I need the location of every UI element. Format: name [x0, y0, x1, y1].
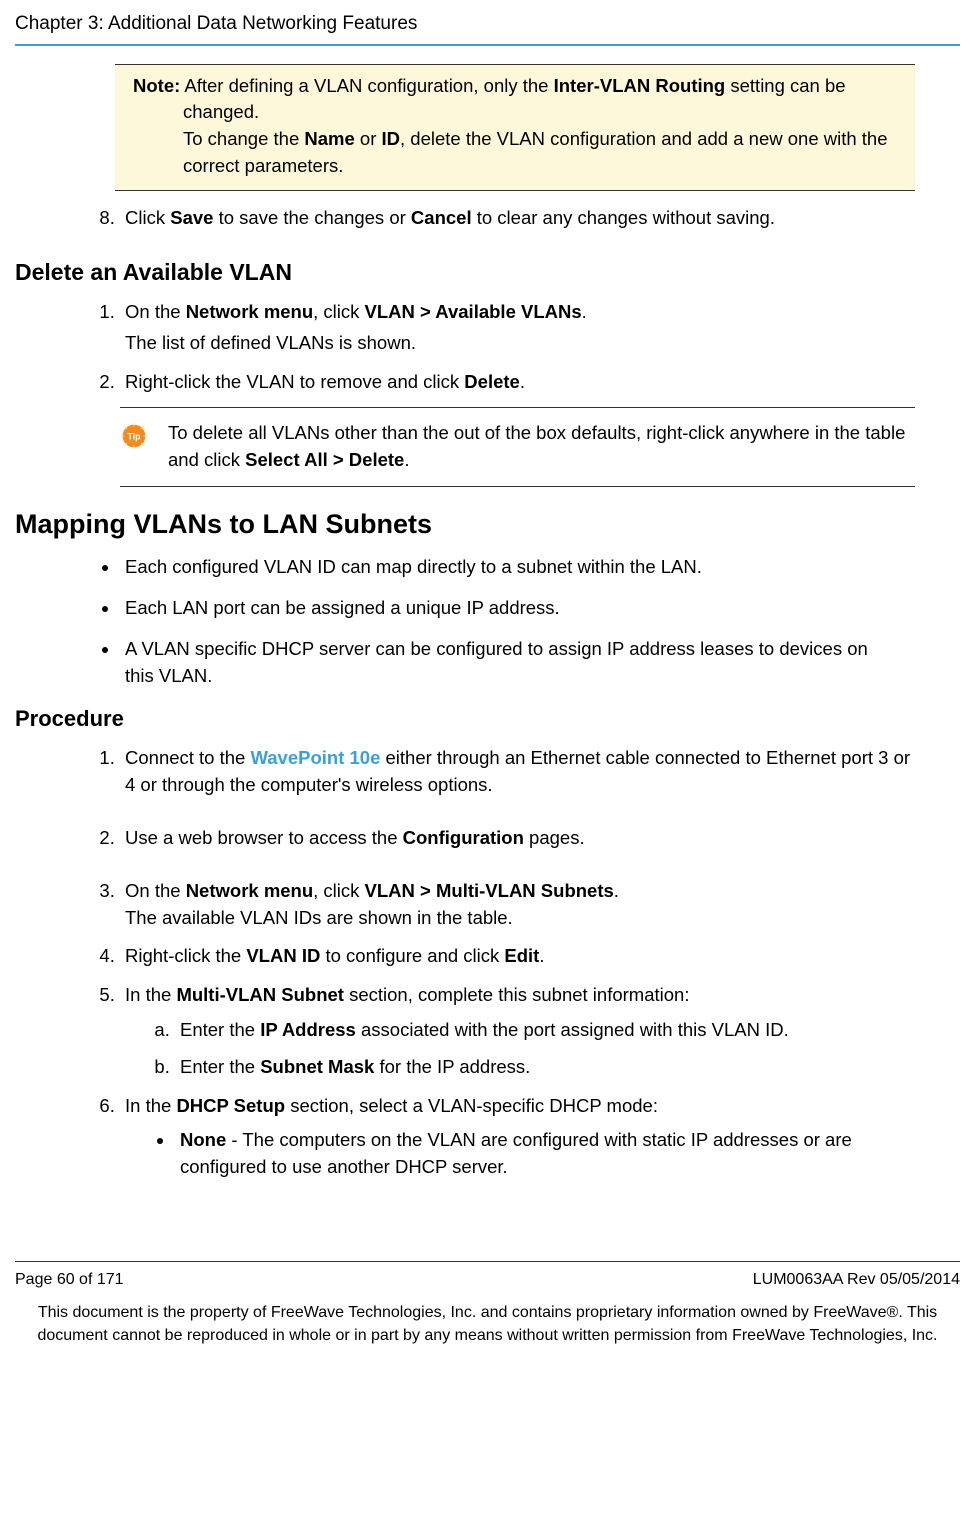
p3a: On the	[125, 880, 186, 901]
mapping-bullets: Each configured VLAN ID can map directly…	[75, 554, 900, 689]
procedure-steps: Connect to the WavePoint 10e either thro…	[75, 745, 920, 1181]
step8-a: Click	[125, 207, 170, 228]
p6la: None	[180, 1129, 226, 1150]
d2c: .	[520, 371, 525, 392]
p4e: .	[539, 945, 544, 966]
header-rule	[15, 44, 960, 46]
footer-rule	[15, 1261, 960, 1262]
heading-procedure: Procedure	[15, 703, 960, 735]
p5b: Multi-VLAN Subnet	[176, 984, 344, 1005]
note-text-2c: or	[355, 128, 382, 149]
step8-e: to clear any changes without saving.	[472, 207, 775, 228]
p5bb: Subnet Mask	[260, 1056, 374, 1077]
step8-c: to save the changes or	[213, 207, 410, 228]
p2b: Configuration	[403, 827, 524, 848]
proc-step-2: Use a web browser to access the Configur…	[120, 825, 920, 852]
mapping-b1: Each configured VLAN ID can map directly…	[120, 554, 900, 581]
note-text-2d: ID	[382, 128, 401, 149]
step-8: Click Save to save the changes or Cancel…	[120, 205, 960, 232]
p3sub: The available VLAN IDs are shown in the …	[125, 905, 920, 932]
proc-step-5a: Enter the IP Address associated with the…	[175, 1017, 920, 1044]
p4c: to configure and click	[320, 945, 504, 966]
proc-step-1: Connect to the WavePoint 10e either thro…	[120, 745, 920, 799]
p6lb: - The computers on the VLAN are configur…	[180, 1129, 852, 1177]
p3b: Network menu	[186, 880, 313, 901]
note-box: Note: After defining a VLAN configuratio…	[115, 64, 915, 191]
d2b: Delete	[464, 371, 520, 392]
wavepoint-link[interactable]: WavePoint 10e	[250, 747, 380, 768]
p5ba: Enter the	[180, 1056, 260, 1077]
delete-steps: On the Network menu, click VLAN > Availa…	[75, 299, 960, 395]
footer-row: Page 60 of 171 LUM0063AA Rev 05/05/2014	[15, 1268, 960, 1291]
note-text-2b: Name	[304, 128, 354, 149]
proc-step-6-sub: None - The computers on the VLAN are con…	[125, 1127, 920, 1181]
proc-step-4: Right-click the VLAN ID to configure and…	[120, 943, 920, 970]
proc-step-5-sub: Enter the IP Address associated with the…	[125, 1017, 920, 1081]
tip-c: .	[404, 449, 409, 470]
mapping-b3: A VLAN specific DHCP server can be confi…	[120, 636, 900, 690]
p2a: Use a web browser to access the	[125, 827, 403, 848]
delete-step-2: Right-click the VLAN to remove and click…	[120, 369, 960, 396]
p5bc: for the IP address.	[374, 1056, 530, 1077]
tip-text: To delete all VLANs other than the out o…	[168, 420, 910, 474]
d2a: Right-click the VLAN to remove and click	[125, 371, 464, 392]
proc-step-6-none: None - The computers on the VLAN are con…	[175, 1127, 920, 1181]
continued-steps: Click Save to save the changes or Cancel…	[75, 205, 960, 232]
legal-notice: This document is the property of FreeWav…	[15, 1301, 960, 1347]
p4b: VLAN ID	[246, 945, 320, 966]
p4a: Right-click the	[125, 945, 246, 966]
p5aa: Enter the	[180, 1019, 260, 1040]
mapping-b2: Each LAN port can be assigned a unique I…	[120, 595, 900, 622]
doc-id: LUM0063AA Rev 05/05/2014	[753, 1268, 960, 1291]
note-text-1b: Inter-VLAN Routing	[554, 75, 726, 96]
p5ab: IP Address	[260, 1019, 356, 1040]
tip-box: Tip To delete all VLANs other than the o…	[120, 407, 915, 487]
p6b: DHCP Setup	[176, 1095, 285, 1116]
p2c: pages.	[524, 827, 585, 848]
p5ac: associated with the port assigned with t…	[356, 1019, 789, 1040]
note-label: Note:	[133, 75, 180, 96]
d1b: Network menu	[186, 301, 313, 322]
proc-step-5: In the Multi-VLAN Subnet section, comple…	[120, 982, 920, 1080]
tip-icon: Tip	[120, 422, 148, 450]
p5a: In the	[125, 984, 176, 1005]
step8-b: Save	[170, 207, 213, 228]
heading-mapping: Mapping VLANs to LAN Subnets	[15, 505, 960, 544]
p5c: section, complete this subnet informatio…	[344, 984, 690, 1005]
note-text-2a: To change the	[183, 128, 304, 149]
chapter-title: Chapter 3: Additional Data Networking Fe…	[15, 0, 960, 44]
delete-step-1: On the Network menu, click VLAN > Availa…	[120, 299, 960, 357]
p3c: , click	[313, 880, 364, 901]
step8-d: Cancel	[411, 207, 472, 228]
p6c: section, select a VLAN-specific DHCP mod…	[285, 1095, 658, 1116]
d1c: , click	[313, 301, 364, 322]
proc-step-3: On the Network menu, click VLAN > Multi-…	[120, 878, 920, 932]
d1d: VLAN > Available VLANs	[365, 301, 582, 322]
proc-step-5b: Enter the Subnet Mask for the IP address…	[175, 1054, 920, 1081]
d1a: On the	[125, 301, 186, 322]
p1a: Connect to the	[125, 747, 250, 768]
note-text-1a: After defining a VLAN configuration, onl…	[180, 75, 553, 96]
p3d: VLAN > Multi-VLAN Subnets	[365, 880, 614, 901]
proc-step-6: In the DHCP Setup section, select a VLAN…	[120, 1093, 920, 1181]
p3e: .	[614, 880, 619, 901]
d1e: .	[582, 301, 587, 322]
tip-b: Select All > Delete	[245, 449, 404, 470]
page-number: Page 60 of 171	[15, 1268, 124, 1291]
p6a: In the	[125, 1095, 176, 1116]
p4d: Edit	[504, 945, 539, 966]
d1sub: The list of defined VLANs is shown.	[125, 330, 960, 357]
heading-delete-vlan: Delete an Available VLAN	[15, 256, 960, 289]
svg-text:Tip: Tip	[128, 432, 141, 442]
